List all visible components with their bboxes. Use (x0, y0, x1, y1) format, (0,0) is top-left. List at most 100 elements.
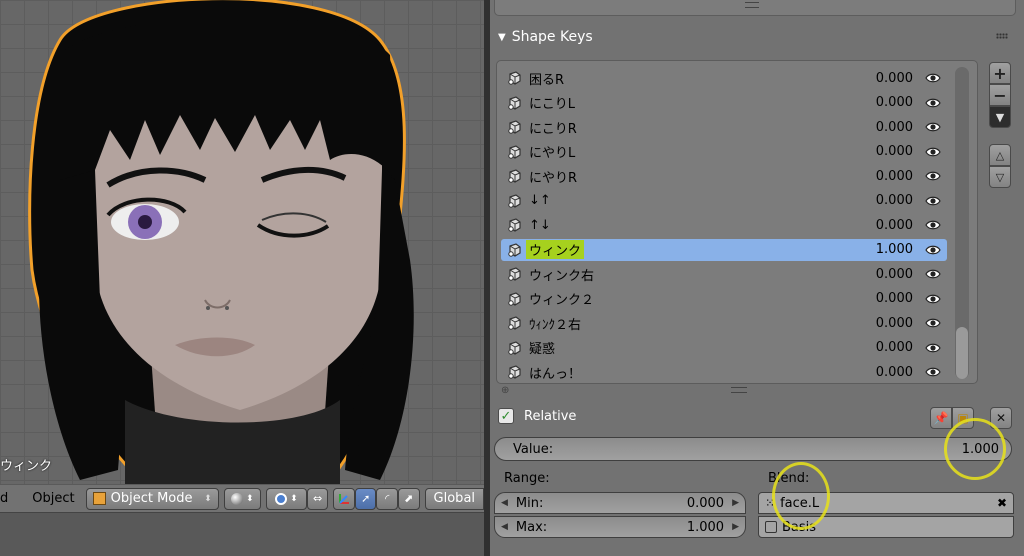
scrollbar-thumb[interactable] (956, 327, 968, 379)
shape-key-value[interactable]: 0.000 (876, 267, 913, 282)
chevron-updown-icon: ⬍ (204, 493, 212, 504)
shape-key-value[interactable]: 1.000 (876, 242, 913, 257)
drag-handle-icon[interactable] (996, 33, 1008, 39)
triangle-right-icon[interactable]: ▶ (732, 498, 739, 508)
add-shape-key-button[interactable]: + (989, 62, 1011, 84)
shape-key-value[interactable]: 0.000 (876, 120, 913, 135)
orientation-select[interactable]: Global (424, 487, 485, 510)
shape-key-row[interactable]: ↓↑ 0.000 (501, 190, 947, 212)
shape-key-lock-button[interactable]: 📌 (930, 407, 952, 429)
max-field[interactable]: ◀ Max: 1.000 ▶ (494, 516, 746, 538)
shape-key-name[interactable]: ウィンク右 (529, 265, 594, 284)
shape-key-value[interactable]: 0.000 (876, 169, 913, 184)
eye-icon[interactable] (925, 195, 941, 207)
eye-icon[interactable] (925, 293, 941, 305)
shape-key-name[interactable]: にこりR (529, 118, 577, 137)
shape-key-value[interactable]: 0.000 (876, 340, 913, 355)
3d-viewport[interactable]: ウィンク (0, 0, 484, 484)
shape-key-row[interactable]: にやりR 0.000 (501, 165, 947, 187)
clear-weights-button[interactable]: ✕ (990, 407, 1012, 429)
shape-key-row[interactable]: にこりL 0.000 (501, 92, 947, 114)
shape-key-name[interactable]: にやりR (529, 167, 577, 186)
eye-icon[interactable] (925, 146, 941, 158)
shape-key-row[interactable]: 疑惑 0.000 (501, 337, 947, 359)
triangle-down-icon: ▽ (995, 170, 1005, 184)
list-filter-icon[interactable]: ⊕ (501, 385, 509, 396)
mode-select[interactable]: Object Mode ⬍ (85, 487, 219, 510)
eye-icon[interactable] (925, 72, 941, 84)
value-label: Value: (513, 441, 554, 457)
pivot-point-button[interactable]: ⬍ (265, 487, 307, 510)
triangle-right-icon[interactable]: ▶ (732, 522, 739, 532)
shape-key-value[interactable]: 0.000 (876, 316, 913, 331)
triangle-left-icon[interactable]: ◀ (501, 522, 508, 532)
shape-key-name[interactable]: にこりL (529, 93, 575, 112)
shape-key-icon (507, 217, 523, 233)
shape-key-icon (507, 242, 523, 258)
shape-key-value[interactable]: 0.000 (876, 71, 913, 86)
grip-icon[interactable] (745, 2, 759, 8)
menu-view[interactable]: d (0, 491, 15, 506)
shape-key-name[interactable]: 疑惑 (529, 338, 555, 357)
shape-key-icon (507, 291, 523, 307)
shape-key-value[interactable]: 0.000 (876, 291, 913, 306)
move-down-button[interactable]: ▽ (989, 166, 1011, 188)
clear-vertex-group-icon[interactable]: ✖ (997, 496, 1007, 510)
shape-key-row[interactable]: にやりL 0.000 (501, 141, 947, 163)
shape-key-value[interactable]: 0.000 (876, 193, 913, 208)
transform-manipulator-button[interactable] (333, 487, 355, 510)
shape-key-value[interactable]: 0.000 (876, 365, 913, 380)
shape-key-name[interactable]: ↑↓ (529, 218, 551, 233)
shape-key-list[interactable]: 困るR 0.000 にこりL 0.000 にこりR 0.000 にやりL 0.000 にやりR 0… (496, 60, 978, 396)
shape-key-row[interactable]: ↑↓ 0.000 (501, 214, 947, 236)
shape-key-row[interactable]: 困るR 0.000 (501, 67, 947, 89)
list-scrollbar[interactable] (955, 67, 969, 379)
scale-manipulator-button[interactable]: ⬈ (398, 487, 420, 510)
chevron-updown-icon: ⬍ (246, 493, 254, 504)
manipulator-toggle[interactable]: ⇔ (306, 487, 329, 510)
shape-key-name[interactable]: ↓↑ (529, 193, 551, 208)
eye-icon[interactable] (925, 366, 941, 378)
relative-toggle[interactable]: ✓ Relative (498, 408, 576, 424)
shape-key-icon (507, 168, 523, 184)
shape-key-value[interactable]: 0.000 (876, 218, 913, 233)
rotate-manipulator-button[interactable]: ◜ (376, 487, 399, 510)
eye-icon[interactable] (925, 121, 941, 133)
shape-key-row[interactable]: ｳｨﾝｸ２右 0.000 (501, 312, 947, 334)
vertex-group-field[interactable]: ⁙ face.L ✖ (758, 492, 1014, 514)
shape-key-name[interactable]: にやりL (529, 142, 575, 161)
value-slider[interactable]: Value: 1.000 (494, 437, 1012, 461)
shape-key-specials-button[interactable]: ▼ (989, 106, 1011, 128)
eye-icon[interactable] (925, 219, 941, 231)
shape-key-name[interactable]: ウィンク２ (529, 289, 594, 308)
shape-key-row[interactable]: ウィンク右 0.000 (501, 263, 947, 285)
relative-checkbox[interactable]: ✓ (498, 408, 514, 424)
shape-key-value[interactable]: 0.000 (876, 95, 913, 110)
eye-icon[interactable] (925, 342, 941, 354)
shape-key-name[interactable]: ウィンク (526, 240, 585, 259)
shape-key-value[interactable]: 0.000 (876, 144, 913, 159)
eye-icon[interactable] (925, 317, 941, 329)
shape-key-name[interactable]: 困るR (529, 69, 564, 88)
relative-key-field[interactable]: Basis (758, 516, 1014, 538)
menu-object[interactable]: Object (25, 491, 81, 506)
shape-key-row[interactable]: はんっ！ 0.000 (501, 361, 947, 383)
shape-key-name[interactable]: ｳｨﾝｸ２右 (529, 314, 581, 333)
eye-icon[interactable] (925, 170, 941, 182)
eye-icon[interactable] (925, 97, 941, 109)
edit-mode-button[interactable]: ▣ (952, 407, 974, 429)
shape-key-name[interactable]: はんっ！ (529, 363, 581, 382)
triangle-left-icon[interactable]: ◀ (501, 498, 508, 508)
shape-key-row[interactable]: ウィンク 1.000 (501, 238, 947, 261)
shape-keys-header[interactable]: ▼ Shape Keys (494, 24, 1018, 50)
eye-icon[interactable] (925, 268, 941, 280)
shape-key-row[interactable]: ウィンク２ 0.000 (501, 288, 947, 310)
min-field[interactable]: ◀ Min: 0.000 ▶ (494, 492, 746, 514)
remove-shape-key-button[interactable]: − (989, 84, 1011, 106)
move-up-button[interactable]: △ (989, 144, 1011, 166)
translate-manipulator-button[interactable]: ➚ (354, 487, 377, 510)
list-resize-grip[interactable] (731, 387, 747, 393)
eye-icon[interactable] (925, 244, 941, 256)
shape-key-row[interactable]: にこりR 0.000 (501, 116, 947, 138)
viewport-shading-button[interactable]: ⬍ (223, 487, 261, 510)
